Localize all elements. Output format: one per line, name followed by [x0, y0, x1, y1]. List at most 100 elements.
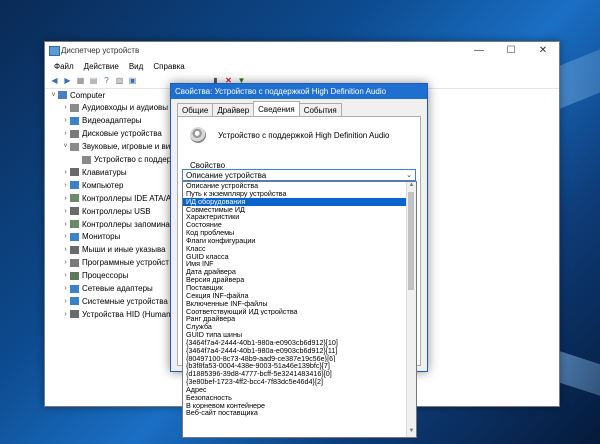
- scroll-up-icon[interactable]: ▲: [407, 182, 416, 191]
- tree-expander-icon[interactable]: ˅: [49, 92, 58, 99]
- tree-expander-icon[interactable]: ˅: [61, 143, 70, 150]
- tab-driver[interactable]: Драйвер: [212, 103, 255, 116]
- tree-node[interactable]: › Контроллеры IDE ATA/A: [61, 192, 171, 204]
- dropdown-option[interactable]: {3464f7a4-2444-40b1-980a-e0903cb6d912}[1…: [183, 339, 407, 347]
- dropdown-option[interactable]: Описание устройства: [183, 182, 407, 190]
- menu-action[interactable]: Действие: [79, 62, 124, 71]
- menu-file[interactable]: Файл: [49, 62, 79, 71]
- tree-expander-icon[interactable]: ›: [61, 182, 70, 189]
- monitor-icon[interactable]: ▣: [127, 75, 138, 86]
- tree-node[interactable]: › Контроллеры запомина: [61, 218, 170, 230]
- dropdown-option[interactable]: {80497100-8c73-48b9-aad9-ce387e19c56e}[6…: [183, 355, 407, 363]
- tree-expander-icon[interactable]: ›: [61, 259, 70, 266]
- device-category-icon: [70, 310, 79, 319]
- dropdown-option[interactable]: Ранг драйвера: [183, 315, 407, 323]
- tree-expander-icon[interactable]: ›: [61, 246, 70, 253]
- tree-node[interactable]: Устройство с поддер: [73, 154, 171, 166]
- tree-node-label: Аудиовходы и аудиовы: [82, 103, 169, 113]
- tree-expander-icon[interactable]: ›: [61, 130, 70, 137]
- menu-help[interactable]: Справка: [148, 62, 189, 71]
- properties-icon[interactable]: ▤: [88, 75, 99, 86]
- device-manager-titlebar[interactable]: Диспетчер устройств — ☐ ✕: [45, 42, 559, 59]
- tree-node[interactable]: › Клавиатуры: [61, 166, 126, 178]
- tree-node[interactable]: › Сетевые адаптеры: [61, 283, 153, 295]
- tree-node[interactable]: › Дисковые устройства: [61, 128, 161, 140]
- tree-node-label: Сетевые адаптеры: [82, 284, 153, 293]
- dropdown-option[interactable]: Адрес: [183, 386, 407, 394]
- tree-node[interactable]: › Аудиовходы и аудиовы: [61, 102, 168, 114]
- tree-expander-icon[interactable]: ›: [61, 272, 70, 279]
- close-button[interactable]: ✕: [527, 42, 559, 59]
- dropdown-option[interactable]: Включенные INF-файлы: [183, 300, 407, 308]
- properties-dialog-title[interactable]: Свойства: Устройство с поддержкой High D…: [171, 84, 427, 99]
- dropdown-option[interactable]: {d1885396-39d8-4777-bcff-5e3241483416}[0…: [183, 370, 407, 378]
- minimize-button[interactable]: —: [463, 42, 495, 59]
- dropdown-option[interactable]: Путь к экземпляру устройства: [183, 190, 407, 198]
- dropdown-option[interactable]: Поставщик: [183, 284, 407, 292]
- device-category-icon: [70, 220, 79, 228]
- dropdown-option[interactable]: Служба: [183, 323, 407, 331]
- device-category-icon: [70, 245, 79, 254]
- chevron-down-icon[interactable]: ⌄: [406, 171, 412, 179]
- device-category-icon: [70, 116, 79, 125]
- tree-node[interactable]: › Устройства HID (Human: [61, 308, 170, 320]
- dropdown-option[interactable]: Веб-сайт поставщика: [183, 409, 407, 417]
- dropdown-option[interactable]: GUID типа шины: [183, 331, 407, 339]
- tree-node-label: Контроллеры IDE ATA/A: [82, 193, 172, 203]
- dropdown-option[interactable]: Код проблемы: [183, 229, 407, 237]
- tab-events[interactable]: События: [298, 103, 342, 116]
- dropdown-option[interactable]: В корневом контейнере: [183, 402, 407, 410]
- menu-view[interactable]: Вид: [124, 62, 148, 71]
- dropdown-option[interactable]: Версия драйвера: [183, 276, 407, 284]
- dropdown-scrollbar[interactable]: ▲ ▼: [406, 182, 416, 437]
- tree-expander-icon[interactable]: ›: [61, 285, 70, 292]
- forward-arrow-icon[interactable]: ▶: [62, 75, 73, 86]
- scrollbar-thumb[interactable]: [408, 192, 414, 290]
- back-arrow-icon[interactable]: ◀: [49, 75, 60, 86]
- tree-node[interactable]: › Контроллеры USB: [61, 205, 150, 217]
- dropdown-option[interactable]: Класс: [183, 245, 407, 253]
- tree-node-label: Мониторы: [82, 232, 121, 242]
- tree-expander-icon[interactable]: ›: [61, 117, 70, 124]
- tree-expander-icon[interactable]: ›: [61, 311, 70, 318]
- dropdown-option[interactable]: Секция INF-файла: [183, 292, 407, 300]
- tree-expander-icon[interactable]: ›: [61, 169, 70, 176]
- dropdown-option[interactable]: Соответствующий ИД устройства: [183, 308, 407, 316]
- details-view-icon[interactable]: ▧: [114, 75, 125, 86]
- tree-expander-icon[interactable]: ›: [61, 195, 70, 202]
- tree-node[interactable]: › Мониторы: [61, 231, 120, 243]
- help-icon[interactable]: ?: [101, 75, 112, 86]
- dropdown-option[interactable]: Флаги конфигурации: [183, 237, 407, 245]
- tree-node[interactable]: › Видеоадаптеры: [61, 115, 141, 127]
- tree-expander-icon[interactable]: ›: [61, 221, 70, 228]
- scroll-down-icon[interactable]: ▼: [407, 428, 416, 437]
- dropdown-option[interactable]: GUID класса: [183, 253, 407, 261]
- tree-node[interactable]: › Системные устройства: [61, 295, 168, 307]
- dropdown-option[interactable]: Дата драйвера: [183, 268, 407, 276]
- tree-node[interactable]: › Программные устройст: [61, 257, 169, 269]
- tab-details[interactable]: Сведения: [253, 101, 300, 116]
- tree-node[interactable]: ˅ Звуковые, игровые и виде: [61, 141, 179, 153]
- tree-expander-icon[interactable]: ›: [61, 233, 70, 240]
- tree-node-label: Устройство с поддер: [94, 155, 172, 164]
- maximize-button[interactable]: ☐: [495, 42, 527, 59]
- dropdown-option[interactable]: {3464f7a4-2444-40b1-980a-e0903cb6d912}[1…: [183, 347, 407, 355]
- tab-general[interactable]: Общие: [177, 103, 214, 116]
- tree-node[interactable]: › Компьютер: [61, 179, 123, 191]
- show-hide-tree-icon[interactable]: ▦: [75, 75, 86, 86]
- dropdown-option[interactable]: Совместимые ИД: [183, 206, 407, 214]
- dropdown-option[interactable]: Характеристики: [183, 213, 407, 221]
- tree-expander-icon[interactable]: ›: [61, 298, 70, 305]
- property-combobox[interactable]: Описание устройства ⌄: [182, 169, 416, 181]
- dropdown-option[interactable]: {3e80bef-1723-4ff2-bcc4-7f83dc5e46d4}[2]: [183, 378, 407, 386]
- tree-node[interactable]: › Мыши и иные указыва: [61, 244, 165, 256]
- tree-node[interactable]: › Процессоры: [61, 270, 128, 282]
- tree-node[interactable]: ˅ Computer: [49, 89, 105, 101]
- dropdown-option[interactable]: Безопасность: [183, 394, 407, 402]
- dropdown-option[interactable]: Состояние: [183, 221, 407, 229]
- tree-expander-icon[interactable]: ›: [61, 104, 70, 111]
- dropdown-option[interactable]: {b3f8fa53-0004-438e-9003-51a46e139bfc}[7…: [183, 362, 407, 370]
- dropdown-option[interactable]: Имя INF: [183, 260, 407, 268]
- dropdown-option[interactable]: ИД оборудования: [183, 197, 407, 206]
- tree-expander-icon[interactable]: ›: [61, 208, 70, 215]
